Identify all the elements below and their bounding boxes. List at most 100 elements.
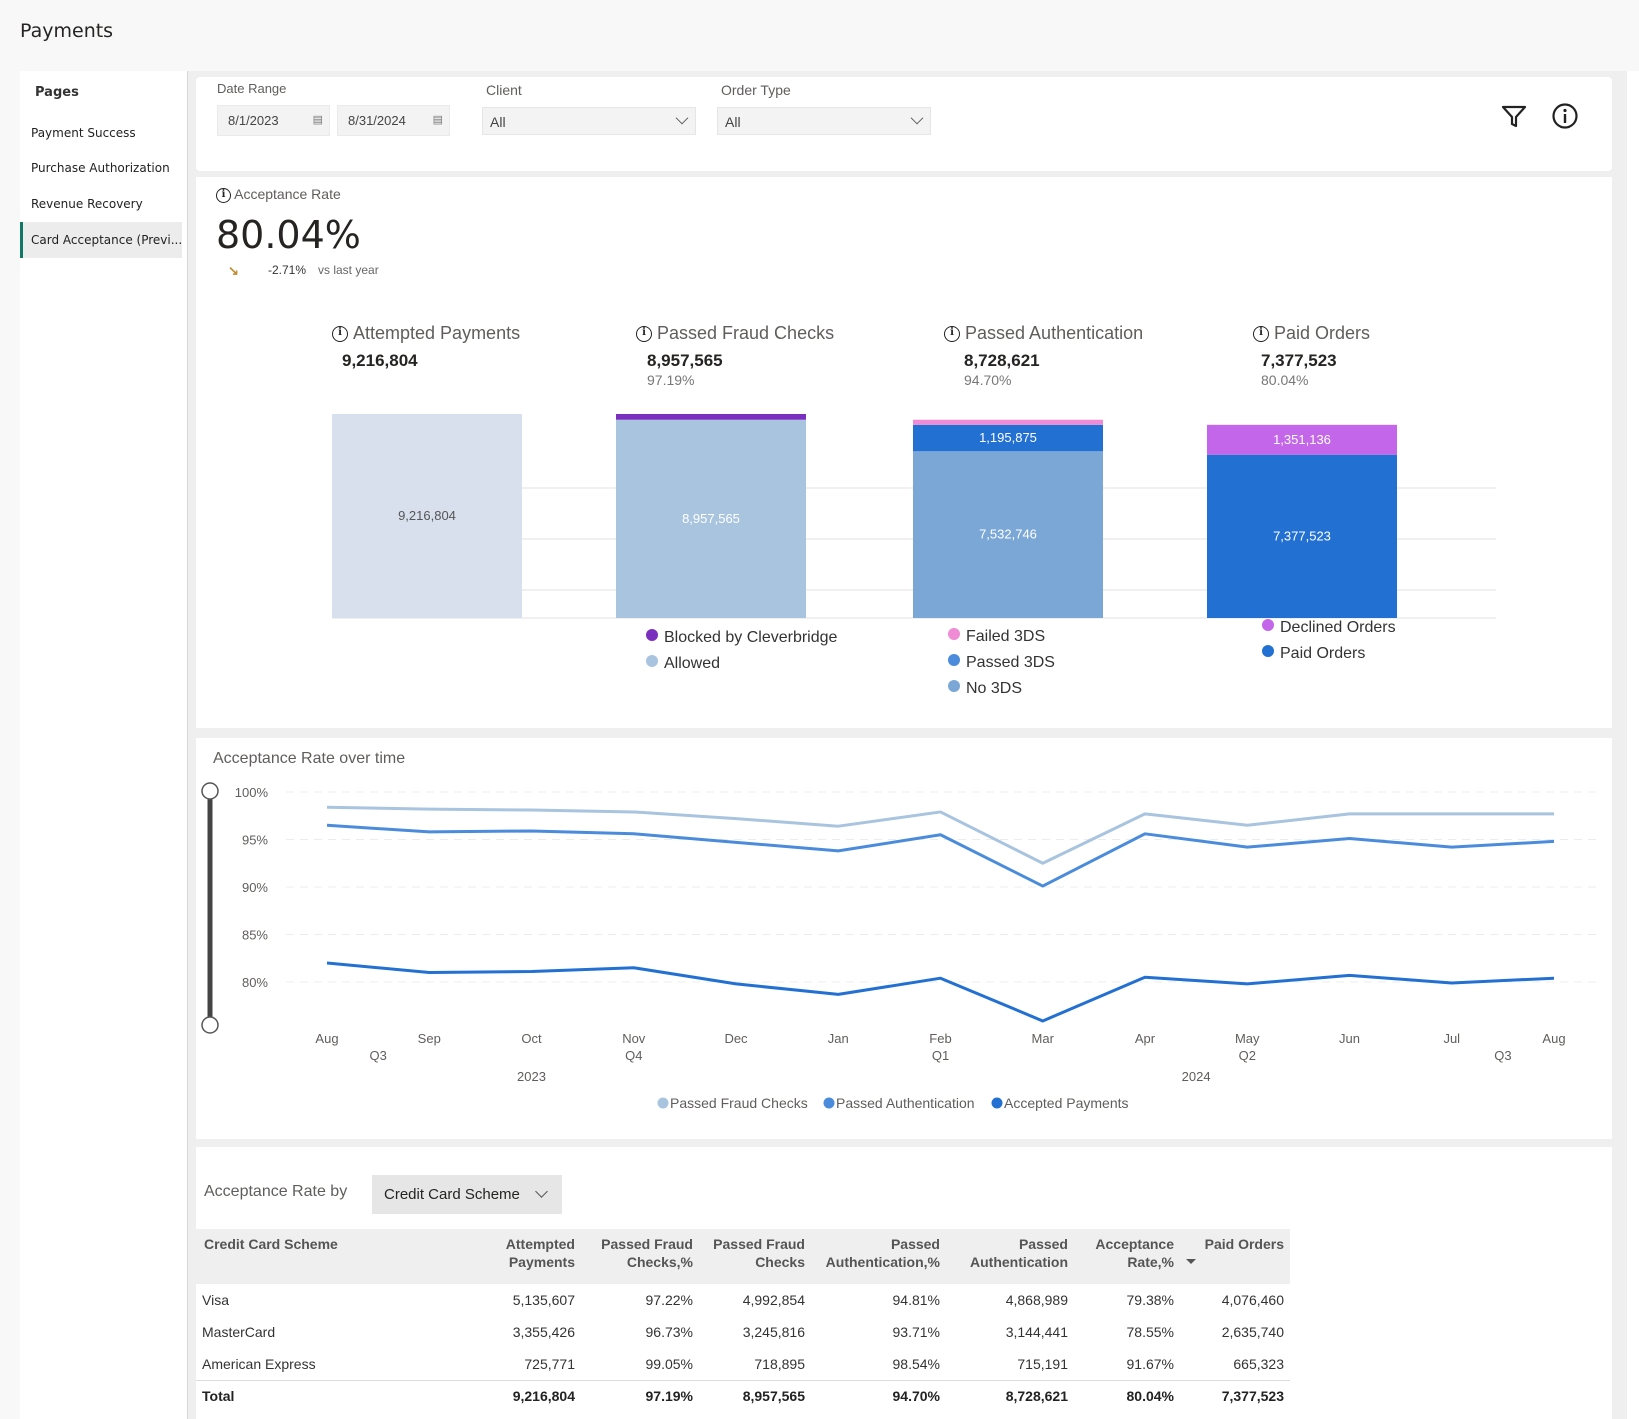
legend-item-no-3ds[interactable]: No 3DS (948, 680, 1022, 698)
table-row[interactable]: Visa 5,135,607 97.22% 4,992,854 94.81% 4,868,… (196, 1284, 1290, 1316)
y-tick-label: 95% (242, 833, 268, 848)
legend-marker (657, 1097, 669, 1109)
cell-value: 96.73% (645, 1324, 693, 1340)
dimension-value: Credit Card Scheme (384, 1186, 520, 1203)
legend-item-blocked-by-cleverbridge[interactable]: Blocked by Cleverbridge (646, 629, 837, 647)
cell-value: 4,868,989 (1005, 1292, 1068, 1308)
legend-label: Passed 3DS (966, 654, 1055, 671)
acceptance-matrix: Credit Card Scheme Attempted Payments Passe… (196, 1229, 1290, 1412)
column-header-text: Payments (508, 1254, 575, 1270)
funnel-bar-blocked-by-cleverbridge[interactable] (616, 414, 806, 420)
legend-label: Failed 3DS (966, 628, 1046, 645)
table-row[interactable]: American Express 725,771 99.05% 718,895 98.5… (196, 1348, 1290, 1380)
chevron-down-icon (675, 111, 689, 125)
legend-item-accepted-payments[interactable]: Accepted Payments (1004, 1095, 1129, 1111)
table-header-row: Credit Card Scheme Attempted Payments Passe… (196, 1229, 1290, 1284)
date-start-input[interactable]: 8/1/2023 ▤ (217, 105, 330, 136)
legend-marker (1262, 645, 1274, 657)
x-tick-label: Feb (929, 1031, 951, 1046)
legend-item-paid-orders[interactable]: Paid Orders (1262, 645, 1365, 663)
dimension-dropdown[interactable]: Credit Card Scheme (372, 1175, 562, 1214)
chevron-down-icon (535, 1185, 548, 1198)
sidebar-item-revenue-recovery[interactable]: Revenue Recovery (20, 186, 182, 222)
y-range-slider-handle-top[interactable] (201, 782, 219, 800)
series-line-passed-authentication[interactable] (326, 823, 1555, 888)
cell-value: 98.54% (892, 1355, 940, 1372)
column-header-passed-authentication[interactable]: Passed Authentication (946, 1229, 1074, 1284)
client-dropdown[interactable]: All (482, 107, 696, 135)
acceptance-by-panel: Acceptance Rate by Credit Card Scheme Cr… (196, 1147, 1612, 1419)
column-header-text: Checks,% (626, 1254, 693, 1270)
cell-value: 79.38% (1126, 1292, 1174, 1308)
legend-marker (991, 1097, 1003, 1109)
legend-item-passed-authentication[interactable]: Passed Authentication (836, 1095, 975, 1111)
cell-value: 9,216,804 (496, 1379, 581, 1412)
order-type-dropdown[interactable]: All (717, 107, 931, 135)
order-type-value: All (725, 114, 741, 130)
series-line-accepted-payments[interactable] (326, 961, 1555, 1023)
cell-value: 94.70% (811, 1379, 946, 1412)
cell-value: 8,728,621 (946, 1379, 1074, 1412)
funnel-data-label: 1,195,875 (979, 430, 1037, 445)
calendar-icon[interactable]: ▤ (313, 106, 323, 135)
x-tick-label: Jun (1339, 1031, 1360, 1046)
client-label: Client (486, 82, 522, 98)
legend-item-declined-orders[interactable]: Declined Orders (1262, 619, 1396, 637)
legend-item-passed-fraud-checks[interactable]: Passed Fraud Checks (670, 1095, 808, 1111)
legend-label: Blocked by Cleverbridge (664, 629, 838, 646)
row-label: Visa (202, 1292, 229, 1308)
column-header-paid-orders[interactable]: Paid Orders (1180, 1229, 1290, 1284)
app-title: Payments (20, 20, 114, 42)
column-header-acceptance-rate[interactable]: Acceptance Rate,% (1074, 1229, 1180, 1284)
cell-value: 5,135,607 (512, 1292, 575, 1308)
column-header-attempted-payments[interactable]: Attempted Payments (496, 1229, 581, 1284)
column-header-passed-fraud-checks[interactable]: Passed Fraud Checks,% (581, 1229, 699, 1284)
legend-item-passed-3ds[interactable]: Passed 3DS (948, 654, 1055, 672)
funnel-chart: 9,216,804 8,957,565 7,532,746 1,195,875 7,37… (332, 414, 1496, 619)
cell-value: 8,957,565 (699, 1379, 811, 1412)
calendar-icon[interactable]: ▤ (433, 106, 443, 135)
sort-descending-icon[interactable] (1186, 1259, 1196, 1264)
funnel-bar-failed-3ds[interactable] (913, 419, 1103, 425)
row-label: American Express (202, 1355, 316, 1372)
sidebar-item-payment-success[interactable]: Payment Success (20, 115, 182, 151)
cell-value: 665,323 (1233, 1355, 1284, 1372)
column-header-text: Rate,% (1127, 1254, 1174, 1270)
column-header-passed-authentication[interactable]: Passed Authentication,% (811, 1229, 946, 1284)
legend-item-allowed[interactable]: Allowed (646, 655, 720, 673)
table-row[interactable]: MasterCard 3,355,426 96.73% 3,245,816 93.71%… (196, 1316, 1290, 1348)
x-quarter-label: Q2 (1239, 1048, 1256, 1063)
sidebar-item-card-acceptance[interactable]: Card Acceptance (Previ... (20, 222, 182, 258)
cell-value: 4,076,460 (1221, 1292, 1284, 1308)
cell-value: 725,771 (524, 1355, 575, 1372)
x-year-label: 2023 (517, 1069, 546, 1084)
y-tick-label: 85% (242, 928, 268, 943)
date-end-input[interactable]: 8/31/2024 ▤ (337, 105, 450, 136)
legend-item-failed-3ds[interactable]: Failed 3DS (948, 628, 1045, 646)
column-header-passed-fraud-checks[interactable]: Passed Fraud Checks (699, 1229, 811, 1284)
column-header-text: Authentication (970, 1254, 1068, 1270)
cell-value: 715,191 (1017, 1355, 1068, 1372)
sidebar-divider (187, 71, 196, 1419)
legend-marker (948, 680, 960, 692)
x-quarter-label: Q1 (932, 1048, 949, 1063)
info-icon[interactable] (1550, 101, 1580, 131)
right-edge (1627, 71, 1639, 1419)
y-range-slider-handle-bottom[interactable] (201, 1016, 219, 1034)
x-tick-label: Mar (1032, 1031, 1055, 1046)
acceptance-by-label: Acceptance Rate by (204, 1183, 348, 1200)
cell-value: 7,377,523 (1180, 1379, 1290, 1412)
sidebar-item-purchase-authorization[interactable]: Purchase Authorization (20, 150, 182, 186)
column-header-text: Attempted (505, 1236, 575, 1252)
funnel-data-label: 9,216,804 (398, 508, 456, 523)
legend-marker (948, 654, 960, 666)
column-header-text: Paid Orders (1204, 1236, 1284, 1252)
x-year-label: 2024 (1182, 1069, 1211, 1084)
column-header-credit-card-scheme[interactable]: Credit Card Scheme (196, 1229, 496, 1284)
cell-value: 80.04% (1074, 1379, 1180, 1412)
filter-icon[interactable] (1499, 101, 1529, 131)
table-total-row[interactable]: Total 9,216,804 97.19% 8,957,565 94.70% 8,728… (196, 1379, 1290, 1412)
cell-value: 718,895 (754, 1355, 805, 1372)
column-header-text: Acceptance (1095, 1236, 1174, 1252)
legend-marker (823, 1097, 835, 1109)
